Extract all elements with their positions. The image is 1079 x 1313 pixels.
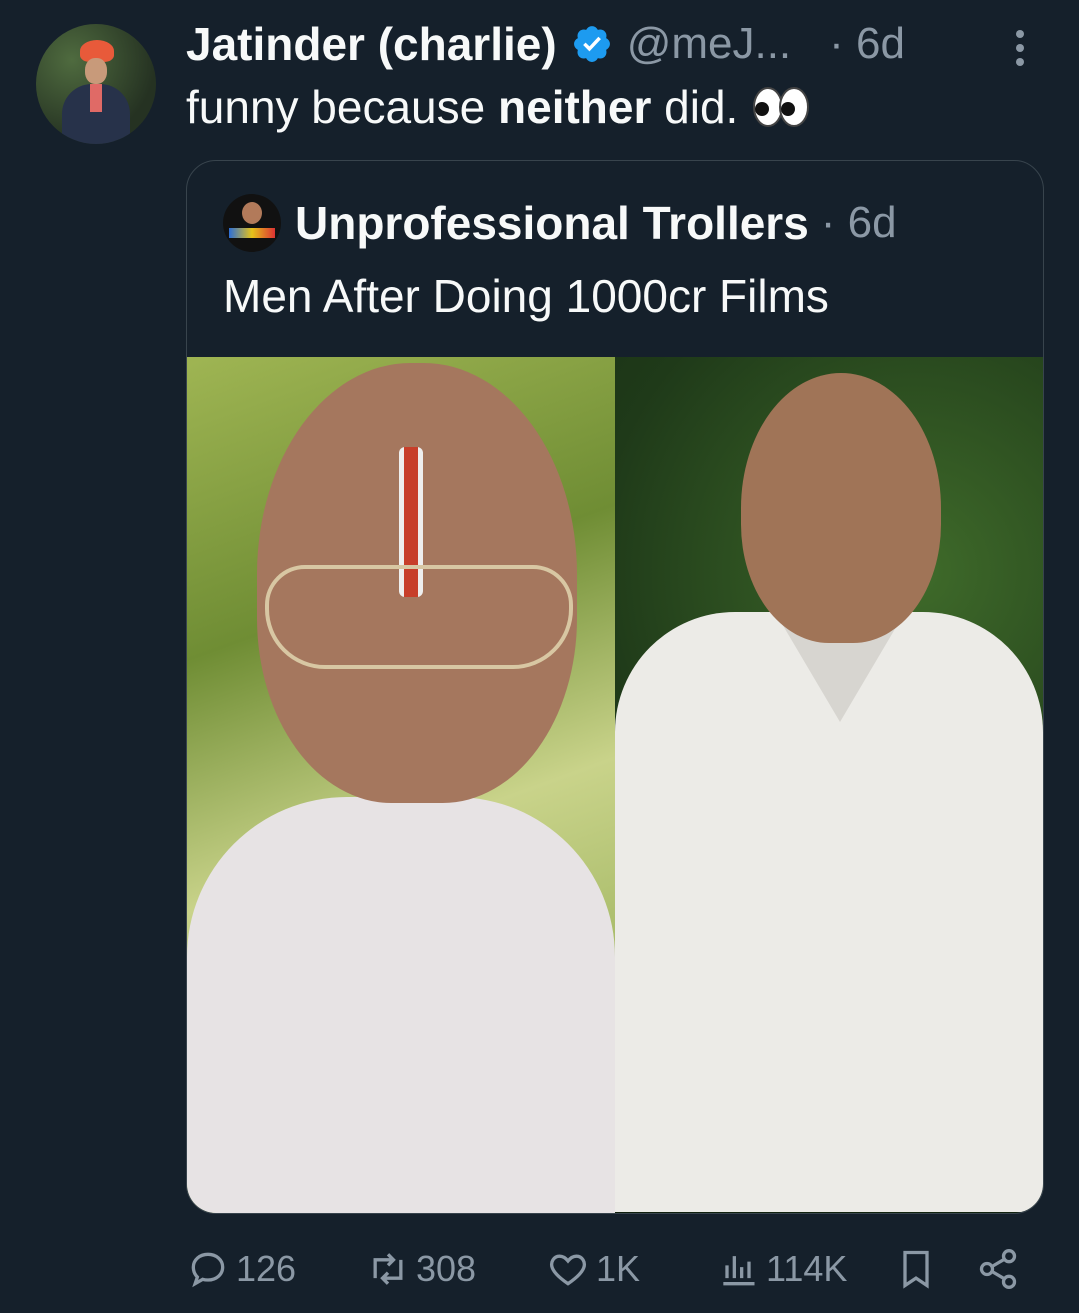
- quoted-tweet-media[interactable]: [187, 357, 1043, 1213]
- vertical-dots-icon[interactable]: [1006, 28, 1034, 68]
- retweet-icon: [373, 1253, 403, 1285]
- photo-left-tshirt: [187, 797, 615, 1213]
- avatar-face: [85, 58, 107, 84]
- tweet-actions: 126 308 1K 114K: [186, 1234, 1042, 1304]
- quoted-tweet-time[interactable]: · 6d: [821, 198, 897, 248]
- quoted-tweet-header: Unprofessional Trollers · 6d: [223, 191, 897, 255]
- bookmark-icon: [903, 1250, 929, 1289]
- media-photo-left[interactable]: [187, 357, 615, 1213]
- tweet-text-before: funny because: [186, 81, 499, 133]
- author-handle[interactable]: @meJ...: [627, 19, 791, 69]
- like-icon: [550, 1254, 586, 1286]
- quoted-avatar-band: [229, 228, 275, 238]
- like-count: 1K: [596, 1248, 641, 1289]
- retweet-count: 308: [416, 1248, 477, 1289]
- share-button[interactable]: [976, 1234, 1020, 1304]
- tweet-time[interactable]: · 6d: [829, 19, 905, 69]
- quoted-avatar-face: [242, 202, 262, 224]
- reply-button[interactable]: 126: [186, 1234, 296, 1304]
- author-avatar[interactable]: [36, 24, 156, 144]
- reply-icon: [191, 1252, 225, 1288]
- like-button[interactable]: 1K: [546, 1234, 640, 1304]
- tweet[interactable]: Jatinder (charlie) @meJ... · 6d funny be…: [0, 0, 1079, 1313]
- retweet-button[interactable]: 308: [366, 1234, 476, 1304]
- quoted-author-avatar[interactable]: [223, 194, 281, 252]
- tweet-text-bold: neither: [498, 81, 652, 133]
- media-photo-right[interactable]: [615, 357, 1043, 1213]
- quoted-tweet[interactable]: Unprofessional Trollers · 6d Men After D…: [186, 160, 1044, 1214]
- avatar-shirt: [90, 84, 102, 112]
- quoted-author-display-name[interactable]: Unprofessional Trollers: [295, 196, 809, 250]
- tweet-text-after: did.: [651, 81, 739, 133]
- eyes-icon: [753, 87, 810, 127]
- share-icon: [979, 1249, 1017, 1289]
- quoted-tweet-text: Men After Doing 1000cr Films: [223, 270, 829, 322]
- views-count: 114K: [766, 1248, 848, 1289]
- views-icon: [723, 1256, 755, 1286]
- views-button[interactable]: 114K: [716, 1234, 847, 1304]
- tweet-text: funny because neither did.: [186, 80, 810, 134]
- bookmark-button[interactable]: [894, 1234, 938, 1304]
- photo-left-glasses: [265, 565, 573, 669]
- verified-badge-icon: [573, 26, 610, 62]
- reply-count: 126: [236, 1248, 297, 1289]
- author-display-name[interactable]: Jatinder (charlie): [186, 17, 557, 71]
- photo-right-head: [741, 373, 941, 643]
- tweet-header: Jatinder (charlie) @meJ... · 6d: [186, 14, 905, 74]
